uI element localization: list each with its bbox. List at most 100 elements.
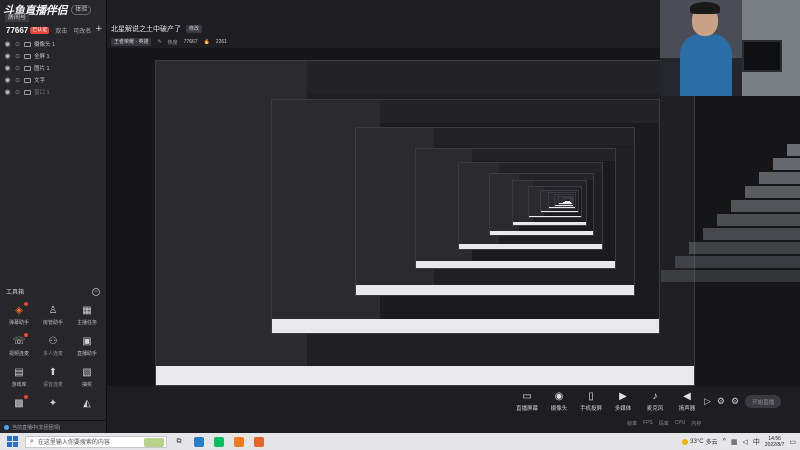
version-badge[interactable]: 体验	[71, 5, 92, 15]
stat-label: FPS	[643, 420, 653, 426]
tool-icon: ▤	[14, 366, 24, 378]
tool-icon: ▣	[82, 335, 92, 347]
stats-row: 帧率 FPS 码率 CPU 内存	[627, 420, 701, 427]
tools-collapse-icon[interactable]: −	[92, 287, 100, 296]
source-item[interactable]: ◉ ⊙ 全屏 1	[4, 50, 104, 62]
task-view-icon[interactable]: ⧉	[171, 435, 187, 449]
media-button[interactable]: ▶ 多媒体	[609, 390, 637, 413]
tool-item[interactable]: ☏ 视频连麦	[2, 333, 36, 357]
source-item[interactable]: ◉ ⊙ 文字	[4, 74, 104, 86]
volume-icon[interactable]: ◁	[743, 438, 748, 446]
tool-item[interactable]: ▦ 主播任务	[70, 303, 104, 327]
stat-label: CPU	[674, 420, 686, 426]
tool-item[interactable]: ✦	[36, 396, 70, 412]
stat-label: 码率	[658, 421, 669, 427]
stream-preview[interactable]	[107, 48, 800, 386]
tool-item[interactable]: ⬆ 语音连麦	[36, 365, 70, 389]
windows-start-icon[interactable]	[5, 435, 19, 449]
lock-icon[interactable]: ⊙	[14, 89, 21, 96]
eye-icon[interactable]: ◉	[4, 88, 11, 96]
settings-icon[interactable]: ⚙	[717, 396, 725, 407]
lock-icon[interactable]: ⊙	[14, 41, 21, 48]
app-icon-orange-2[interactable]	[251, 435, 267, 449]
tool-label: 语音连麦	[42, 382, 63, 388]
eye-icon[interactable]: ◉	[4, 76, 11, 84]
source-label: 摄像头 1	[34, 42, 56, 48]
stream-info: 北星解说之土中破产了 修改 王者荣耀 · 英雄 ✎ 热度 77667 🔥 226…	[107, 20, 667, 48]
eye-icon[interactable]: ◉	[4, 40, 11, 48]
source-label: 图片 1	[34, 66, 50, 72]
weather-widget[interactable]: 33°C 多云	[682, 437, 718, 446]
source-type-icon	[24, 77, 31, 83]
edit-title-button[interactable]: 修改	[186, 25, 203, 33]
tool-item[interactable]: ▣ 直播助手	[70, 334, 104, 358]
edge-icon[interactable]	[191, 435, 207, 449]
category-chip[interactable]: 王者荣耀 · 英雄	[111, 38, 152, 46]
source-label: 全屏 1	[34, 54, 50, 60]
webcam-monitor	[742, 40, 782, 72]
tool-label: 多人连麦	[42, 351, 63, 357]
lock-icon[interactable]: ⊙	[14, 65, 21, 72]
room-link-b[interactable]: 可改名	[73, 26, 91, 35]
new-badge-dot	[24, 333, 28, 337]
tool-item[interactable]: ◭	[70, 396, 104, 412]
tool-icon: ⬆	[48, 366, 58, 378]
stair-step	[745, 186, 800, 198]
tool-label: 房管助手	[42, 320, 63, 326]
edit-category-icon[interactable]: ✎	[157, 39, 161, 45]
ime-icon[interactable]: 中	[753, 437, 760, 447]
status-dot-icon	[4, 424, 9, 430]
search-icon: ⌕	[30, 437, 34, 445]
taskbar-search-box[interactable]: ⌕ 在这里输入你要搜索的内容	[25, 435, 167, 448]
eye-icon[interactable]: ◉	[4, 64, 11, 72]
stair-step	[661, 270, 800, 282]
start-live-button[interactable]: 开始直播	[745, 395, 782, 408]
speaker-button[interactable]: ◀ 扬声器	[673, 390, 701, 413]
tool-item[interactable]: ▤ 游戏库	[2, 365, 36, 389]
camera-button[interactable]: ◉ 摄像头	[545, 390, 573, 413]
stair-step	[717, 214, 800, 226]
stream-title[interactable]: 北星解说之土中破产了	[111, 24, 181, 34]
tool-item[interactable]: ◈ 弹幕助手	[2, 302, 36, 326]
control-icon: ◀	[683, 390, 691, 402]
control-label: 多媒体	[614, 406, 632, 412]
notification-icon[interactable]: ▭	[789, 438, 796, 446]
chevron-up-icon[interactable]: ^	[723, 438, 726, 445]
control-right: ▷ ⚙ ⚙ 开始直播	[704, 395, 782, 408]
taskbar-search-placeholder: 在这里输入你要搜索的内容	[37, 440, 110, 446]
phone-cast-button[interactable]: ▯ 手机投屏	[577, 390, 605, 413]
hot-value: 77667	[183, 39, 198, 45]
source-type-icon	[24, 65, 31, 71]
room-id-row: 77667 已认证 双击 可改名 +	[6, 23, 104, 36]
room-id: 77667	[6, 25, 29, 35]
eye-icon[interactable]: ◉	[4, 52, 11, 60]
control-icon: ♪	[652, 390, 658, 402]
control-label: 麦克风	[646, 406, 664, 412]
microphone-button[interactable]: ♪ 麦克风	[641, 390, 669, 413]
room-link-a[interactable]: 双击	[55, 26, 67, 35]
source-label: 文字	[34, 78, 46, 84]
source-item[interactable]: ◉ ⊙ 窗口 1	[4, 86, 104, 98]
tool-item[interactable]: ⚇ 多人连麦	[36, 334, 70, 358]
tool-item[interactable]: ▩	[2, 395, 36, 412]
stat-label: 内存	[691, 421, 702, 427]
lock-icon[interactable]: ⊙	[14, 77, 21, 84]
screen-share-button[interactable]: ▭ 直播屏幕	[513, 390, 541, 413]
taskbar-apps	[187, 435, 267, 449]
control-icon: ▯	[588, 390, 594, 402]
add-source-icon[interactable]: +	[96, 23, 102, 35]
app-icon-orange[interactable]	[231, 435, 247, 449]
control-label: 手机投屏	[579, 406, 602, 412]
gear-icon[interactable]: ⚙	[731, 396, 739, 407]
clock[interactable]: 14:56 2022/8/7	[765, 436, 784, 448]
source-item[interactable]: ◉ ⊙ 图片 1	[4, 62, 104, 74]
source-item[interactable]: ◉ ⊙ 摄像头 1	[4, 38, 104, 50]
record-icon[interactable]: ▷	[704, 396, 711, 407]
network-icon[interactable]: ▦	[731, 438, 738, 446]
webcam-overlay	[660, 0, 800, 96]
tool-item[interactable]: ▧ 抽奖	[70, 365, 104, 389]
room-tag: 已认证	[30, 26, 50, 34]
lock-icon[interactable]: ⊙	[14, 53, 21, 60]
wechat-icon[interactable]	[211, 435, 227, 449]
tool-item[interactable]: ♙ 房管助手	[36, 303, 70, 327]
